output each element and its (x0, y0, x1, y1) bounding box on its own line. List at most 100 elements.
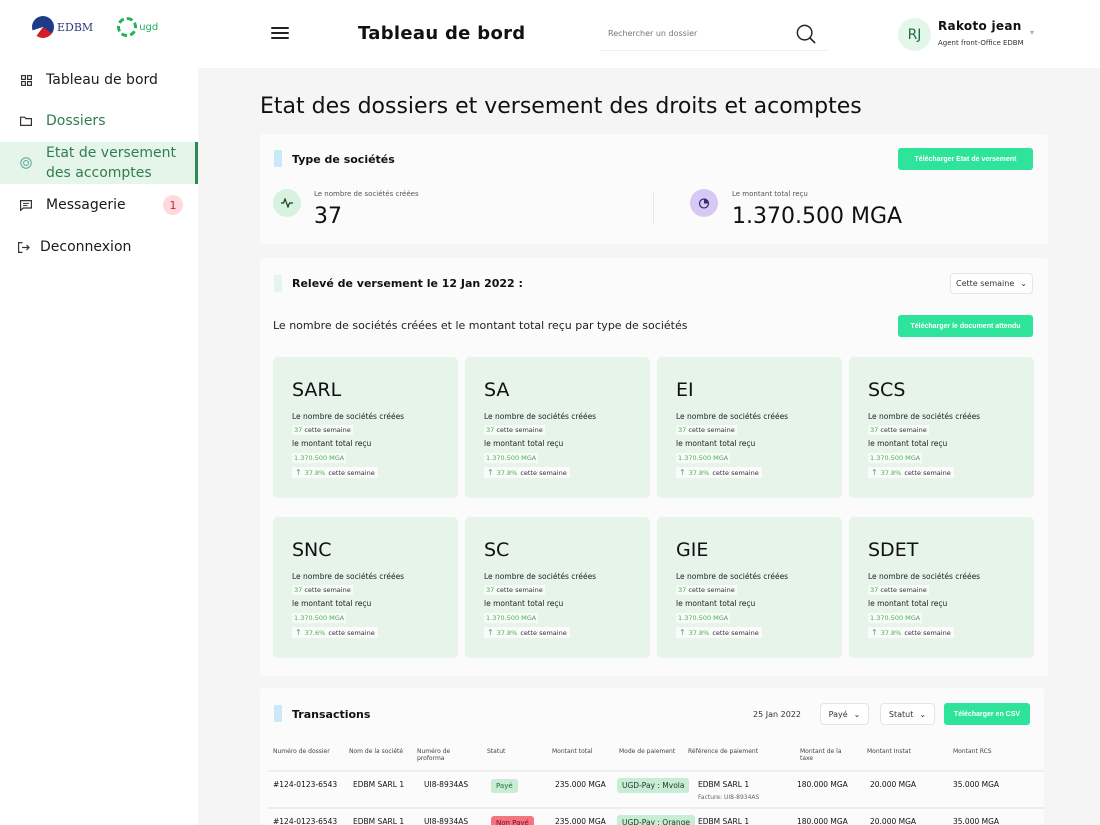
divider (653, 192, 654, 224)
cell-instat: 20.000 MGA (870, 817, 917, 825)
company-type-name: SCS (868, 379, 906, 401)
sidebar-item-tableau-de-bord[interactable]: Tableau de bord (0, 68, 198, 92)
company-type-name: GIE (676, 539, 709, 561)
payment-mode-badge: UGD-Pay : Mvola (617, 778, 690, 793)
column-header: Mode de paiement (619, 748, 676, 755)
growth-suffix: cette semaine (904, 468, 951, 477)
brand-logos: EDBM ugd (32, 16, 158, 38)
menu-toggle-icon[interactable] (271, 27, 289, 39)
count-label: Le nombre de sociétés créées (292, 572, 405, 581)
pie-chart-icon (690, 189, 718, 217)
count-value: 37 cette semaine (484, 585, 545, 595)
growth-indicator: ↑ 37.6% cette semaine (292, 627, 378, 638)
search-input[interactable] (600, 29, 780, 38)
chevron-down-icon[interactable]: ▾ (1030, 28, 1034, 37)
header-title: Tableau de bord (358, 23, 526, 44)
count-value: 37 cette semaine (292, 425, 353, 435)
column-header: Statut (487, 748, 506, 755)
amount-value: 1.370.500 MGA (484, 613, 539, 623)
count-value: 37 cette semaine (868, 425, 929, 435)
count-suffix: cette semaine (880, 426, 927, 434)
user-name[interactable]: Rakoto jean (938, 19, 1022, 33)
filter-paid-select[interactable]: Payé ⌄ (820, 703, 869, 725)
cell-total: 235.000 MGA (555, 780, 606, 789)
count-number: 37 (294, 426, 303, 434)
amount-value: 1.370.500 MGA (292, 453, 347, 463)
stat-count-label: Le nombre de sociétés créées (314, 190, 419, 198)
amount-value: 1.370.500 MGA (676, 453, 731, 463)
sidebar-item-messagerie[interactable]: Messagerie 1 (0, 193, 198, 217)
folder-icon (14, 116, 38, 126)
cell-rcs: 35.000 MGA (953, 817, 1000, 825)
summary-title: Type de sociétés (292, 153, 395, 166)
company-type-name: EI (676, 379, 694, 401)
growth-percent: 37.8% (496, 628, 518, 637)
company-type-card: SDET Le nombre de sociétés créées 37 cette… (849, 517, 1034, 658)
count-suffix: cette semaine (304, 426, 351, 434)
status-badge: Non Payé (491, 816, 534, 825)
edbm-emblem-icon (32, 16, 54, 38)
growth-indicator: ↑ 37.8% cette semaine (676, 627, 762, 638)
filter-status-select[interactable]: Statut ⌄ (880, 703, 935, 725)
period-select-value: Cette semaine (956, 279, 1015, 288)
company-type-card: EI Le nombre de sociétés créées 37 cette s… (657, 357, 842, 498)
transactions-title: Transactions (292, 708, 371, 721)
avatar[interactable]: RJ (898, 18, 931, 51)
count-value: 37 cette semaine (292, 585, 353, 595)
accent-bar (274, 705, 282, 722)
arrow-up-icon: ↑ (679, 628, 686, 637)
user-role: Agent front-Office EDBM (938, 39, 1024, 47)
column-header: Montant Instat (867, 748, 911, 755)
ugd-emblem-icon (117, 17, 138, 37)
download-document-button[interactable]: Télécharger le document attendu (898, 315, 1033, 337)
count-number: 37 (486, 426, 495, 434)
download-csv-button[interactable]: Télécharger en CSV (944, 703, 1030, 725)
amount-label: le montant total reçu (868, 439, 948, 448)
count-label: Le nombre de sociétés créées (484, 412, 597, 421)
growth-suffix: cette semaine (712, 628, 759, 637)
count-number: 37 (678, 426, 687, 434)
transactions-date: 25 Jan 2022 (753, 710, 801, 719)
growth-indicator: ↑ 37.8% cette semaine (484, 467, 570, 478)
company-type-name: SA (484, 379, 510, 401)
amount-label: le montant total reçu (292, 439, 372, 448)
top-bar: Tableau de bord RJ Rakoto jean Agent fro… (198, 0, 1100, 68)
count-value: 37 cette semaine (484, 425, 545, 435)
cell-societe: EDBM SARL 1 (353, 780, 405, 789)
column-header: Nom de la société (349, 748, 404, 755)
count-label: Le nombre de sociétés créées (484, 572, 597, 581)
period-select[interactable]: Cette semaine ⌄ (950, 273, 1033, 294)
chevron-down-icon: ⌄ (919, 709, 927, 719)
row-divider (268, 770, 1044, 772)
filter-status-value: Statut (888, 709, 914, 719)
sidebar-item-label: Tableau de bord (46, 72, 158, 88)
activity-icon (273, 189, 301, 217)
sidebar-item-deconnexion[interactable]: Deconnexion (0, 235, 198, 259)
arrow-up-icon: ↑ (487, 468, 494, 477)
amount-value: 1.370.500 MGA (292, 613, 347, 623)
column-header: Montant total (552, 748, 593, 755)
growth-indicator: ↑ 37.8% cette semaine (676, 467, 762, 478)
sidebar-item-etat-de-versement[interactable]: Etat de versement des accomptes (0, 142, 198, 184)
count-suffix: cette semaine (496, 586, 543, 594)
cell-proforma: UI8-8934AS (424, 817, 469, 825)
coin-icon (14, 157, 38, 169)
growth-percent: 37.8% (688, 468, 710, 477)
sidebar-item-dossiers[interactable]: Dossiers (0, 109, 198, 133)
cell-total: 235.000 MGA (555, 817, 606, 825)
edbm-logo-text: EDBM (57, 20, 94, 34)
count-value: 37 cette semaine (676, 585, 737, 595)
count-number: 37 (294, 586, 303, 594)
column-header: Numéro de proforma (417, 748, 451, 762)
company-type-name: SC (484, 539, 510, 561)
search-icon[interactable] (796, 24, 816, 44)
amount-label: le montant total reçu (868, 599, 948, 608)
download-etat-button[interactable]: Télécharger Etat de versement (898, 148, 1033, 170)
column-header: Montant RCS (953, 748, 992, 755)
cell-proforma: UI8-8934AS (424, 780, 469, 789)
arrow-up-icon: ↑ (295, 468, 302, 477)
growth-indicator: ↑ 37.8% cette semaine (292, 467, 378, 478)
amount-value: 1.370.500 MGA (484, 453, 539, 463)
company-type-card: SNC Le nombre de sociétés créées 37 cette … (273, 517, 458, 658)
count-label: Le nombre de sociétés créées (868, 412, 981, 421)
